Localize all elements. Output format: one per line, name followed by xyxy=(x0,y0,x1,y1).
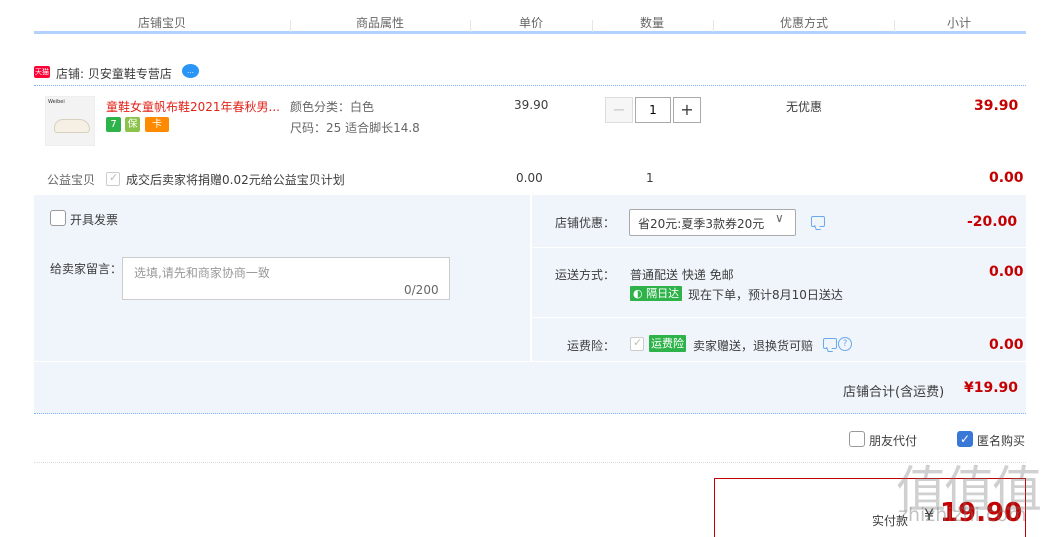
quantity-input[interactable] xyxy=(635,97,671,123)
tmall-logo-icon: 天猫 xyxy=(34,66,50,78)
guarantee-icon[interactable]: 保 xyxy=(125,117,140,132)
charity-price: 0.00 xyxy=(516,171,543,185)
attr-color: 颜色分类：白色 xyxy=(290,100,375,114)
next-day-badge: ◐ 隔日达 xyxy=(630,286,683,301)
quantity-minus-button[interactable]: − xyxy=(605,97,633,123)
friend-pay-checkbox[interactable] xyxy=(849,431,865,447)
anonymous-label: 匿名购买 xyxy=(977,434,1026,448)
message-label: 给卖家留言： xyxy=(50,262,123,276)
product-thumbnail[interactable]: Weibei xyxy=(45,96,95,146)
help-icon[interactable]: ? xyxy=(838,337,852,351)
anonymous-checkbox[interactable]: ✓ xyxy=(957,431,973,447)
col-divider xyxy=(713,20,714,32)
invoice-checkbox[interactable] xyxy=(50,210,66,226)
thumbnail-brand: Weibei xyxy=(48,99,65,105)
shipping-amount: 0.00 xyxy=(989,264,1024,280)
col-unit-price: 单价 xyxy=(519,16,544,30)
message-placeholder: 选填,请先和商家协商一致 xyxy=(134,266,270,280)
chevron-down-icon: ∨ xyxy=(775,211,784,225)
charity-qty: 1 xyxy=(646,171,654,185)
coupon-label: 店铺优惠： xyxy=(555,216,616,230)
col-divider xyxy=(290,20,291,32)
shipping-label: 运送方式： xyxy=(555,268,616,282)
insurance-label: 运费险： xyxy=(567,339,616,353)
col-subtotal: 小计 xyxy=(947,16,972,30)
shop-name-link[interactable]: 店铺: 贝安童鞋专营店 xyxy=(56,65,172,82)
message-icon[interactable] xyxy=(823,338,837,349)
wangwang-chat-icon[interactable]: … xyxy=(182,64,199,78)
col-attributes: 商品属性 xyxy=(356,16,405,30)
insurance-text: 卖家赠送，退换货可赔 xyxy=(693,339,814,353)
shop-total-label: 店铺合计(含运费) xyxy=(843,385,945,400)
divider xyxy=(34,462,1026,463)
col-divider xyxy=(894,20,895,32)
coupon-amount: -20.00 xyxy=(967,214,1018,230)
panel-divider xyxy=(532,247,1026,248)
shop-row: 天猫 店铺: 贝安童鞋专营店 … xyxy=(34,60,1026,86)
shoe-image xyxy=(54,119,90,133)
attr-size: 尺码：25 适合脚长14.8 xyxy=(290,121,420,135)
message-icon[interactable] xyxy=(811,216,825,227)
col-shop-item: 店铺宝贝 xyxy=(138,16,187,30)
charity-label: 公益宝贝 xyxy=(47,173,96,187)
col-divider xyxy=(470,20,471,32)
message-char-count: 0/200 xyxy=(404,283,439,297)
col-divider xyxy=(592,20,593,32)
insurance-badge: 运费险 xyxy=(649,335,686,352)
shop-total-value: ¥19.90 xyxy=(964,380,1019,396)
shipping-method: 普通配送 快递 免邮 xyxy=(630,268,734,282)
table-header: 店铺宝贝 商品属性 单价 数量 优惠方式 小计 xyxy=(34,0,1026,34)
quantity-plus-button[interactable]: + xyxy=(673,97,701,123)
col-discount: 优惠方式 xyxy=(780,16,829,30)
next-day-badge-text: 隔日达 xyxy=(646,287,680,300)
col-quantity: 数量 xyxy=(640,16,665,30)
unit-price: 39.90 xyxy=(514,98,549,112)
card-pay-icon[interactable]: 卡 xyxy=(145,117,169,132)
friend-pay-label: 朋友代付 xyxy=(869,434,918,448)
insurance-checkbox[interactable] xyxy=(630,336,644,351)
charity-subtotal: 0.00 xyxy=(989,170,1024,186)
invoice-label: 开具发票 xyxy=(70,213,119,227)
item-subtotal: 39.90 xyxy=(974,98,1019,114)
product-title-link[interactable]: 童鞋女童帆布鞋2021年春秋男... xyxy=(106,98,280,115)
shipping-eta: 现在下单，预计8月10日送达 xyxy=(688,288,843,302)
seven-day-return-icon[interactable]: 7 xyxy=(106,117,121,132)
charity-text: 成交后卖家将捐赠0.02元给公益宝贝计划 xyxy=(126,173,345,187)
insurance-amount: 0.00 xyxy=(989,337,1024,353)
discount-method: 无优惠 xyxy=(786,100,823,114)
coupon-value: 省20元:夏季3款券20元 xyxy=(638,217,765,231)
charity-checkbox[interactable] xyxy=(106,171,120,186)
watermark-url: zhizhizhi.com xyxy=(898,504,1027,526)
panel-divider xyxy=(532,317,1026,318)
